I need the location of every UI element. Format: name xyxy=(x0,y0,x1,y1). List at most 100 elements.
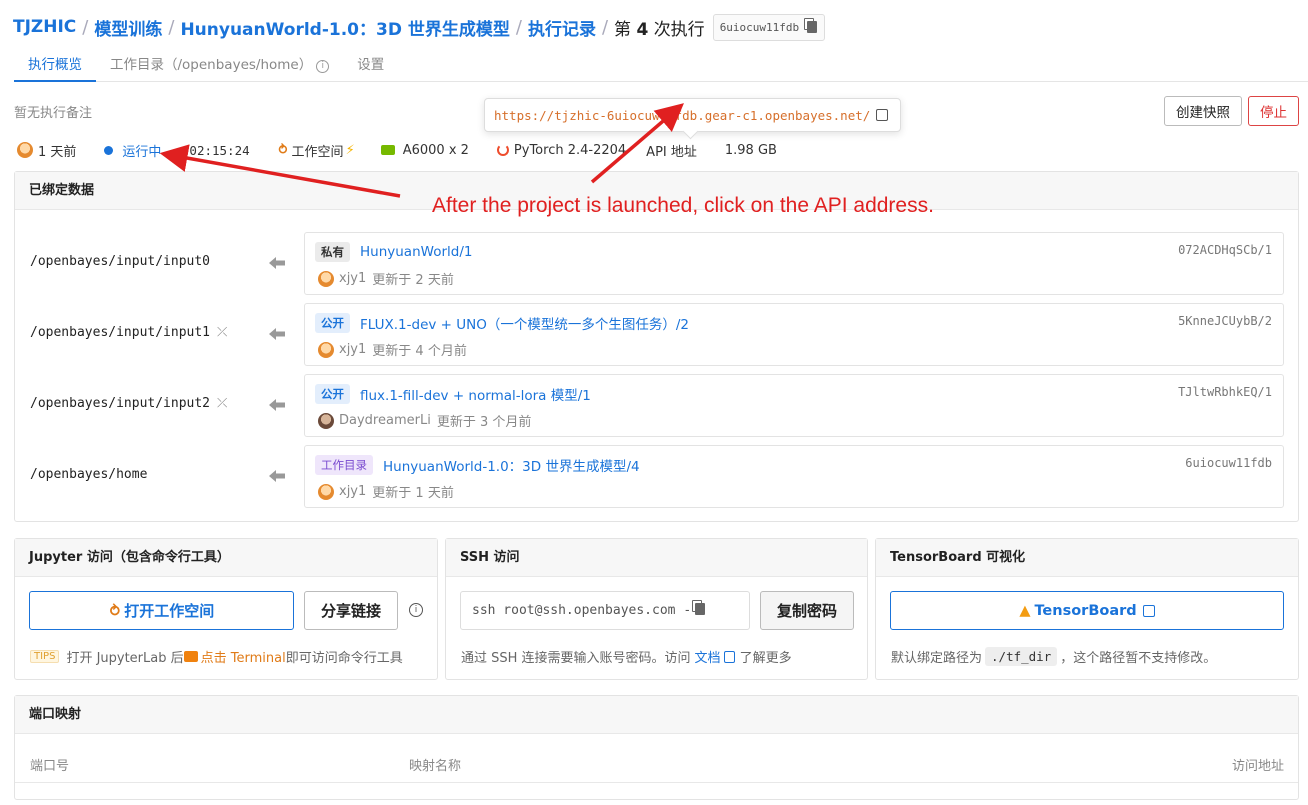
col-port: 端口号 xyxy=(30,759,70,774)
dataset-card[interactable]: 工作目录 HunyuanWorld-1.0：3D 世界生成模型/4 xjy1 更新于… xyxy=(304,445,1284,508)
api-address-link[interactable]: API 地址 xyxy=(646,141,697,160)
port-table-header: 端口号 映射名称 访问地址 xyxy=(15,755,1298,783)
breadcrumb-separator: / xyxy=(168,16,175,38)
col-access-url: 访问地址 xyxy=(1231,759,1284,774)
tab-overview[interactable]: 执行概览 xyxy=(14,48,96,82)
breadcrumb-current: 第 4 次执行 xyxy=(614,15,705,40)
user-name: xjy1 xyxy=(339,271,367,286)
dataset-name[interactable]: HunyuanWorld-1.0：3D 世界生成模型/4 xyxy=(383,455,640,475)
current-number: 4 xyxy=(636,19,649,40)
avatar xyxy=(318,412,334,429)
api-url-link[interactable]: https://tjzhic-6uiocuw11fdb.gear-c1.open… xyxy=(494,108,870,123)
tab-settings[interactable]: 设置 xyxy=(343,48,398,82)
mount-row: /openbayes/home 工作目录 HunyuanWorld-1.0：3D … xyxy=(15,445,1300,509)
tip-text-b: 点击 Terminal xyxy=(200,651,286,666)
port-mapping-panel: 端口映射 端口号 映射名称 访问地址 xyxy=(14,695,1299,800)
arrow-left-icon xyxy=(269,399,285,411)
gpu-info: A6000 x 2 xyxy=(380,142,469,158)
tensorboard-button[interactable]: ▲ TensorBoard xyxy=(890,591,1284,630)
copy-icon[interactable] xyxy=(807,21,818,33)
tensorboard-icon: ▲ xyxy=(1019,602,1031,619)
updated-time: 更新于 2 天前 xyxy=(372,273,454,288)
tab-workdir-label: 工作目录（/openbayes/home） xyxy=(110,57,313,73)
ssh-command-field[interactable]: ssh root@ssh.openbayes.com - xyxy=(460,591,750,630)
external-link-icon[interactable] xyxy=(876,109,889,121)
mount-path-text: /openbayes/input/input1 xyxy=(30,325,211,340)
dataset-card[interactable]: 公开 flux.1-fill-dev + normal-lora 模型/1 Day… xyxy=(304,374,1284,437)
breadcrumb-separator: / xyxy=(601,16,609,38)
user-name: xjy1 xyxy=(339,484,367,499)
framework-label: PyTorch 2.4-2204 xyxy=(513,142,627,158)
breadcrumb-model-training[interactable]: 模型训练 xyxy=(94,15,162,40)
tab-workdir[interactable]: 工作目录（/openbayes/home） i xyxy=(96,48,343,82)
create-snapshot-button[interactable]: 创建快照 xyxy=(1164,96,1242,126)
visibility-tag: 工作目录 xyxy=(315,455,373,475)
breadcrumb-separator: / xyxy=(82,16,89,38)
info-icon[interactable]: i xyxy=(409,603,423,617)
tensorboard-panel: TensorBoard 可视化 ▲ TensorBoard 默认绑定路径为 ./t… xyxy=(875,538,1299,680)
dataset-hash: 072ACDHqSCb/1 xyxy=(1178,243,1272,257)
gpu-label: A6000 x 2 xyxy=(402,142,469,158)
status-row: 1 天前 运行中 02:15:24 ⥁ 工作空间 ⚡ A6000 x 2 PyTor… xyxy=(17,140,797,160)
dataset-name[interactable]: flux.1-fill-dev + normal-lora 模型/1 xyxy=(360,384,591,404)
mount-row: /openbayes/input/input0 私有 HunyuanWorld/1… xyxy=(15,232,1300,296)
visibility-tag: 私有 xyxy=(315,242,350,262)
api-url-popup: https://tjzhic-6uiocuw11fdb.gear-c1.open… xyxy=(484,98,901,132)
mount-path: /openbayes/input/input2 ⤫ xyxy=(30,396,227,411)
open-workspace-button[interactable]: ⥁ 打开工作空间 xyxy=(29,591,294,630)
updated-time: 更新于 1 天前 xyxy=(372,486,454,501)
execution-note: 暂无执行备注 xyxy=(14,106,93,121)
share-link-button[interactable]: 分享链接 xyxy=(304,591,398,630)
ssh-desc-b: 了解更多 xyxy=(739,651,792,666)
copy-password-button[interactable]: 复制密码 xyxy=(760,591,854,630)
state-label: 运行中 xyxy=(122,144,162,160)
breadcrumb: TJZHIC / 模型训练 / HunyuanWorld-1.0：3D 世界生成… xyxy=(13,13,826,41)
dataset-name[interactable]: HunyuanWorld/1 xyxy=(360,244,472,260)
terminal-icon xyxy=(183,651,198,662)
execution-hash-box: 6uiocuw11fdb xyxy=(712,13,826,41)
ssh-panel: SSH 访问 ssh root@ssh.openbayes.com - 复制密码… xyxy=(445,538,868,680)
info-icon: i xyxy=(316,60,330,73)
bound-data-panel: 已绑定数据 /openbayes/input/input0 私有 HunyuanW… xyxy=(14,171,1299,522)
dataset-card[interactable]: 私有 HunyuanWorld/1 xjy1 更新于 2 天前 072ACDHqSC… xyxy=(304,232,1284,295)
arrow-left-icon xyxy=(269,328,285,340)
workspace-icon: ⥁ xyxy=(108,601,122,620)
nvidia-icon xyxy=(380,145,395,155)
mount-row: /openbayes/input/input2 ⤫ 公开 flux.1-fill-d… xyxy=(15,374,1300,438)
storage-size: 1.98 GB xyxy=(724,142,777,158)
ssh-desc: 通过 SSH 连接需要输入账号密码。访问 文档 了解更多 xyxy=(461,647,792,666)
jupyter-panel: Jupyter 访问（包含命令行工具） ⥁ 打开工作空间 分享链接 i TIPS … xyxy=(14,538,438,680)
copy-icon[interactable] xyxy=(695,602,706,619)
tb-path: ./tf_dir xyxy=(985,647,1058,666)
avatar xyxy=(17,142,33,158)
user-name: xjy1 xyxy=(339,342,367,357)
dataset-card[interactable]: 公开 FLUX.1-dev + UNO（一个模型统一多个生图任务）/2 xjy1 更… xyxy=(304,303,1284,366)
workspace-icon: ⥁ xyxy=(277,142,289,158)
breadcrumb-org[interactable]: TJZHIC xyxy=(13,17,76,37)
unlink-icon: ⤫ xyxy=(217,325,228,340)
dataset-name[interactable]: FLUX.1-dev + UNO（一个模型统一多个生图任务）/2 xyxy=(360,313,689,333)
breadcrumb-project[interactable]: HunyuanWorld-1.0：3D 世界生成模型 xyxy=(180,15,509,40)
tensorboard-title: TensorBoard 可视化 xyxy=(876,539,1298,577)
jupyter-title: Jupyter 访问（包含命令行工具） xyxy=(15,539,437,577)
ssh-title: SSH 访问 xyxy=(446,539,867,577)
workspace-link[interactable]: ⥁ 工作空间 ⚡ xyxy=(278,141,355,160)
bolt-icon: ⚡ xyxy=(345,142,355,158)
current-prefix: 第 xyxy=(614,19,632,40)
avatar xyxy=(318,483,334,500)
time-ago: 1 天前 xyxy=(38,144,77,160)
mount-path-text: /openbayes/input/input2 xyxy=(30,396,211,411)
tip-text-c: 即可访问命令行工具 xyxy=(285,651,403,666)
tb-desc-a: 默认绑定路径为 xyxy=(891,651,983,666)
duration: 02:15:24 xyxy=(189,142,250,158)
updated-time: 更新于 3 个月前 xyxy=(436,415,532,430)
dataset-hash: 6uiocuw11fdb xyxy=(1185,456,1272,470)
breadcrumb-executions[interactable]: 执行记录 xyxy=(528,15,596,40)
arrow-left-icon xyxy=(269,470,285,482)
created-time: 1 天前 xyxy=(17,141,76,160)
docs-link[interactable]: 文档 xyxy=(695,647,721,666)
ssh-command: ssh root@ssh.openbayes.com - xyxy=(472,603,692,618)
stop-button[interactable]: 停止 xyxy=(1248,96,1299,126)
framework-info: PyTorch 2.4-2204 xyxy=(496,142,627,158)
document-icon xyxy=(723,650,735,663)
